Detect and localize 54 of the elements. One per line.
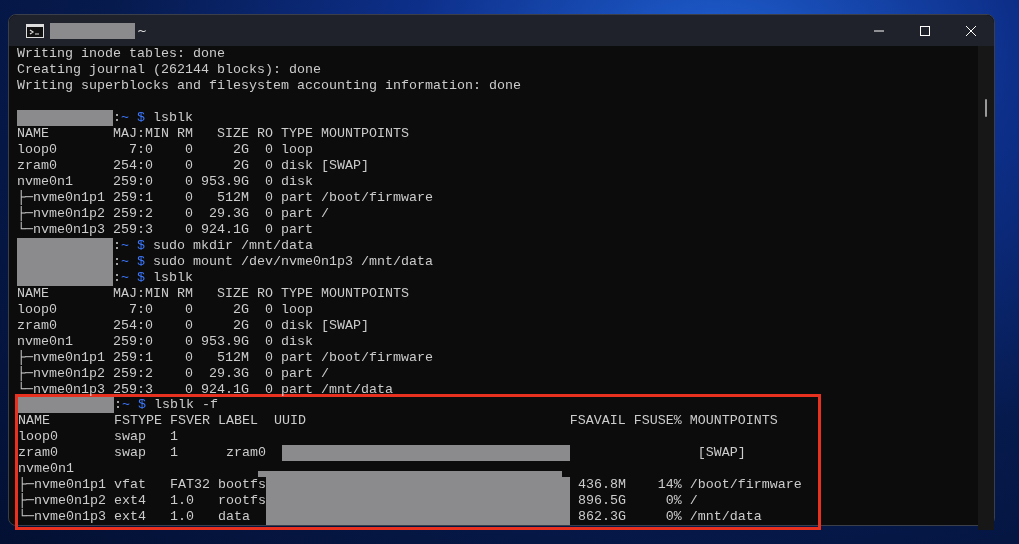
output-line: └─nvme0n1p3 259:3 0 924.1G 0 part: [17, 222, 314, 238]
prompt-path: ~: [121, 397, 130, 412]
minimize-icon: [873, 29, 885, 32]
prompt-separator: :: [112, 238, 121, 253]
command-text: sudo mkdir /mnt/data: [152, 238, 313, 253]
output-line: loop0 swap 1: [18, 429, 179, 445]
command-text: lsblk: [152, 270, 193, 285]
prompt-path: ~: [120, 110, 129, 125]
close-icon: [965, 24, 977, 37]
output-line: Writing superblocks and filesystem accounting information: done: [17, 78, 522, 94]
output-text: 862.3G 0% /mnt/data: [576, 509, 762, 524]
output-text: zram0 swap 1 zram0: [18, 445, 267, 460]
prompt-path: ~: [120, 270, 129, 285]
output-line: zram0 254:0 0 2G 0 disk [SWAP]: [17, 318, 370, 334]
output-line: ├─nvme0n1p2 259:2 0 29.3G 0 part /: [17, 206, 330, 222]
prompt-symbol: $: [136, 110, 145, 125]
prompt-symbol: $: [136, 270, 145, 285]
output-line: Writing inode tables: done: [17, 46, 226, 62]
prompt-separator: :: [112, 270, 121, 285]
prompt-path: ~: [120, 254, 129, 269]
output-line: NAME MAJ:MIN RM SIZE RO TYPE MOUNTPOINTS: [17, 286, 410, 302]
output-text: ├─nvme0n1p1 vfat FAT32 bootfs: [18, 477, 267, 492]
prompt-path: ~: [120, 238, 129, 253]
command-text: sudo mount /dev/nvme0n1p3 /mnt/data: [152, 254, 433, 269]
output-line: loop0 7:0 0 2G 0 loop: [17, 302, 314, 318]
prompt-separator: :: [112, 254, 121, 269]
output-line: ├─nvme0n1p1 259:1 0 512M 0 part /boot/firmware: [17, 350, 434, 366]
output-text: 896.5G 0% /: [576, 493, 698, 508]
output-line: ├─nvme0n1p2 259:2 0 29.3G 0 part /: [17, 366, 330, 382]
terminal-icon: [26, 23, 44, 38]
output-line: NAME FSTYPE FSVER LABEL UUID FSAVAIL FSUSE% MOUNTPOINTS: [18, 413, 779, 429]
prompt-symbol: $: [136, 238, 145, 253]
output-text: [SWAP]: [696, 445, 746, 460]
output-line: Creating journal (262144 blocks): done: [17, 62, 322, 78]
prompt-symbol: $: [137, 397, 146, 412]
prompt-separator: :: [113, 397, 122, 412]
output-text: └─nvme0n1p3 ext4 1.0 data: [18, 509, 251, 524]
output-line: └─nvme0n1p3 259:3 0 924.1G 0 part /mnt/data: [17, 382, 394, 398]
output-text: ├─nvme0n1p2 ext4 1.0 rootfs: [18, 493, 267, 508]
output-line: nvme0n1 259:0 0 953.9G 0 disk: [17, 174, 314, 190]
output-text: nvme0n1: [18, 461, 75, 476]
maximize-icon: [919, 24, 931, 37]
command-text: lsblk: [152, 110, 193, 125]
output-line: ├─nvme0n1p1 259:1 0 512M 0 part /boot/firmware: [17, 190, 434, 206]
command-text: lsblk -f: [153, 397, 218, 412]
prompt-symbol: $: [136, 254, 145, 269]
output-line: loop0 7:0 0 2G 0 loop: [17, 142, 314, 158]
output-line: NAME MAJ:MIN RM SIZE RO TYPE MOUNTPOINTS: [17, 126, 410, 142]
scrollbar-thumb[interactable]: [985, 99, 987, 117]
prompt-separator: :: [112, 110, 121, 125]
window-title: ~: [137, 23, 148, 38]
output-text: 436.8M 14% /boot/firmware: [576, 477, 802, 492]
output-line: zram0 254:0 0 2G 0 disk [SWAP]: [17, 158, 370, 174]
output-line: nvme0n1 259:0 0 953.9G 0 disk: [17, 334, 314, 350]
